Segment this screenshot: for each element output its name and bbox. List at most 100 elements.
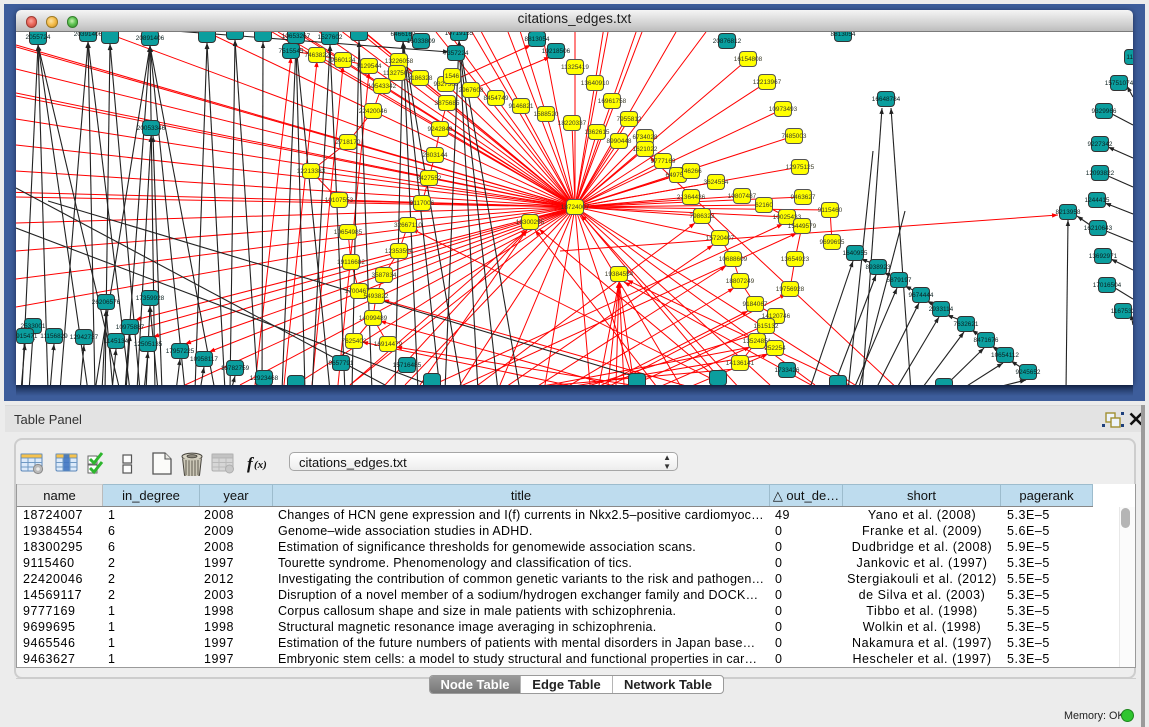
svg-text:3186328: 3186328	[408, 75, 433, 82]
svg-text:20053346: 20053346	[137, 125, 166, 132]
svg-text:20876812: 20876812	[713, 38, 742, 45]
svg-text:19756928: 19756928	[776, 286, 805, 293]
svg-text:7632621: 7632621	[954, 321, 979, 328]
svg-text:15720407: 15720407	[706, 235, 735, 242]
svg-text:12353594: 12353594	[385, 248, 414, 255]
svg-text:8427552: 8427552	[417, 175, 442, 182]
svg-text:6734028: 6734028	[633, 134, 658, 141]
svg-text:13640910: 13640910	[581, 80, 610, 87]
svg-text:17957225: 17957225	[166, 348, 195, 355]
svg-text:12975125: 12975125	[786, 164, 815, 171]
svg-text:8813054: 8813054	[831, 32, 856, 38]
svg-text:10973493: 10973493	[769, 106, 798, 113]
svg-text:15449579: 15449579	[788, 223, 817, 230]
svg-text:1615132: 1615132	[754, 323, 779, 330]
svg-text:5493822: 5493822	[364, 293, 389, 300]
svg-text:18724007: 18724007	[561, 204, 590, 211]
svg-text:8813054: 8813054	[525, 36, 550, 43]
svg-text:8454749: 8454749	[484, 95, 509, 102]
svg-text:19116682: 19116682	[337, 259, 365, 266]
svg-text:2055724: 2055724	[26, 34, 51, 41]
svg-text:32667110: 32667110	[394, 222, 422, 229]
svg-text:12213383: 12213383	[297, 168, 326, 175]
svg-text:1546: 1546	[445, 73, 460, 80]
svg-text:9184067: 9184067	[743, 301, 768, 308]
svg-text:6879197: 6879197	[887, 277, 912, 284]
svg-text:15716485: 15716485	[393, 362, 422, 369]
svg-text:9699695: 9699695	[820, 239, 845, 246]
svg-text:9674444: 9674444	[909, 292, 934, 299]
svg-text:9660124: 9660124	[331, 57, 356, 64]
svg-text:13226058: 13226058	[385, 58, 414, 65]
svg-text:19218506: 19218506	[542, 48, 571, 55]
svg-text:7955812: 7955812	[617, 116, 642, 123]
svg-text:10688609: 10688609	[719, 256, 748, 263]
svg-text:19384554: 19384554	[605, 271, 634, 278]
svg-text:10654112: 10654112	[991, 352, 1019, 359]
svg-text:1621022: 1621022	[633, 146, 658, 153]
svg-text:7485003: 7485003	[782, 133, 807, 140]
svg-text:7463822: 7463822	[305, 52, 330, 59]
svg-text:12942737: 12942737	[70, 334, 99, 341]
svg-text:10975887: 10975887	[116, 324, 145, 331]
svg-text:9227342: 9227342	[1088, 141, 1113, 148]
svg-text:7625402: 7625402	[342, 338, 367, 345]
svg-text:9245652: 9245652	[1016, 369, 1041, 376]
svg-text:12505135: 12505135	[134, 341, 163, 348]
svg-text:1527602: 1527602	[318, 34, 343, 41]
svg-text:26206576: 26206576	[92, 299, 121, 306]
svg-text:9915471: 9915471	[16, 333, 38, 340]
svg-text:16033809: 16033809	[407, 38, 436, 45]
svg-text:746266: 746266	[680, 168, 702, 175]
svg-text:15751074: 15751074	[1105, 80, 1133, 87]
svg-text:10958117: 10958117	[190, 356, 218, 363]
svg-text:12213967: 12213967	[753, 79, 782, 86]
svg-text:20891406: 20891406	[136, 35, 165, 42]
svg-text:20391406: 20391406	[74, 32, 103, 38]
svg-text:2967608: 2967608	[459, 87, 484, 94]
svg-text:16648784: 16648784	[872, 96, 901, 103]
svg-text:14099489: 14099489	[359, 315, 388, 322]
svg-text:8471676: 8471676	[974, 337, 999, 344]
svg-text:22420046: 22420046	[359, 108, 388, 115]
svg-text:8213958: 8213958	[1056, 209, 1081, 216]
svg-text:7357224: 7357224	[444, 50, 469, 57]
svg-text:16961758: 16961758	[598, 98, 627, 105]
svg-text:16210643: 16210643	[1084, 225, 1113, 232]
svg-text:9242848: 9242848	[428, 126, 453, 133]
svg-text:10653267: 10653267	[282, 33, 311, 40]
svg-text:9329966: 9329966	[1092, 108, 1117, 115]
svg-text:8938923: 8938923	[866, 264, 891, 271]
svg-text:21364436: 21364436	[677, 194, 706, 201]
svg-text:7515545: 7515545	[279, 48, 304, 55]
svg-text:7986322: 7986322	[690, 213, 715, 220]
svg-text:9129544: 9129544	[357, 63, 382, 70]
svg-text:(x): (x)	[254, 459, 267, 471]
svg-text:12093822: 12093822	[1086, 170, 1115, 177]
svg-text:10543342: 10543342	[368, 83, 397, 90]
svg-text:12923468: 12923468	[250, 375, 279, 382]
svg-text:9146821: 9146821	[509, 103, 534, 110]
svg-text:3624554: 3624554	[704, 179, 729, 186]
svg-text:16782759: 16782759	[221, 365, 250, 372]
svg-text:9777169: 9777169	[651, 158, 676, 165]
svg-text:2933114: 2933114	[929, 306, 954, 313]
svg-text:16154808: 16154808	[734, 56, 763, 63]
svg-text:10107553: 10107553	[325, 197, 354, 204]
svg-text:18300295: 18300295	[516, 219, 545, 226]
svg-text:2803144: 2803144	[423, 152, 448, 159]
svg-text:9657791: 9657791	[329, 360, 354, 367]
svg-text:11156829: 11156829	[40, 333, 68, 340]
svg-text:1167533: 1167533	[1111, 308, 1133, 315]
svg-text:1733426: 1733426	[775, 367, 800, 374]
svg-text:11325419: 11325419	[561, 64, 589, 71]
svg-text:1588520: 1588520	[534, 111, 559, 118]
svg-text:2718170: 2718170	[336, 139, 361, 146]
svg-text:1112: 1112	[1126, 54, 1133, 61]
svg-text:1145134: 1145134	[104, 338, 129, 345]
svg-text:16914479: 16914479	[374, 341, 403, 348]
svg-text:3587834: 3587834	[372, 272, 397, 279]
svg-text:62160: 62160	[755, 202, 773, 209]
svg-text:1244415: 1244415	[1085, 197, 1110, 204]
svg-text:18807249: 18807249	[726, 278, 755, 285]
